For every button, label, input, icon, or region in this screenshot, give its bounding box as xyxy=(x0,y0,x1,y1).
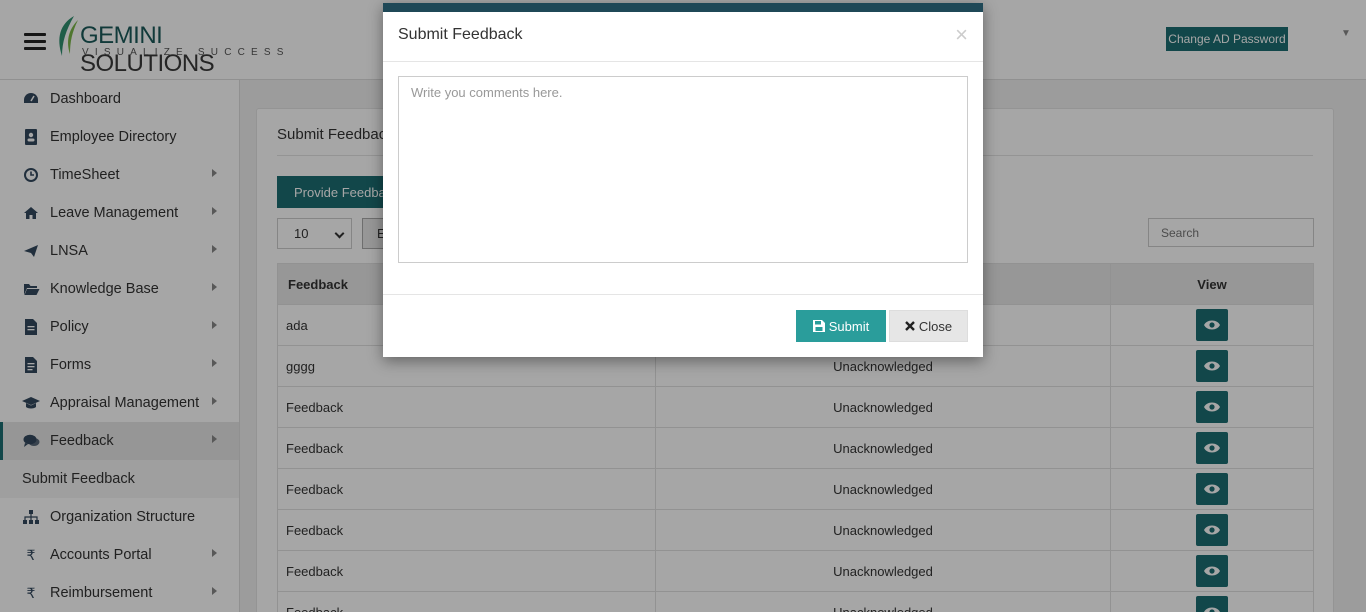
submit-button[interactable]: Submit xyxy=(796,310,886,342)
modal-header: Submit Feedback × xyxy=(383,12,983,62)
close-label: Close xyxy=(918,318,953,334)
modal-title: Submit Feedback xyxy=(398,26,523,43)
save-icon xyxy=(812,320,825,332)
close-icon[interactable]: × xyxy=(955,24,968,46)
feedback-comments-textarea[interactable] xyxy=(398,76,968,263)
submit-feedback-modal: Submit Feedback × Submit Close xyxy=(383,3,983,357)
submit-label: Submit xyxy=(828,318,870,334)
close-button[interactable]: Close xyxy=(889,310,968,342)
modal-footer-divider xyxy=(383,294,983,295)
times-icon xyxy=(905,321,915,331)
